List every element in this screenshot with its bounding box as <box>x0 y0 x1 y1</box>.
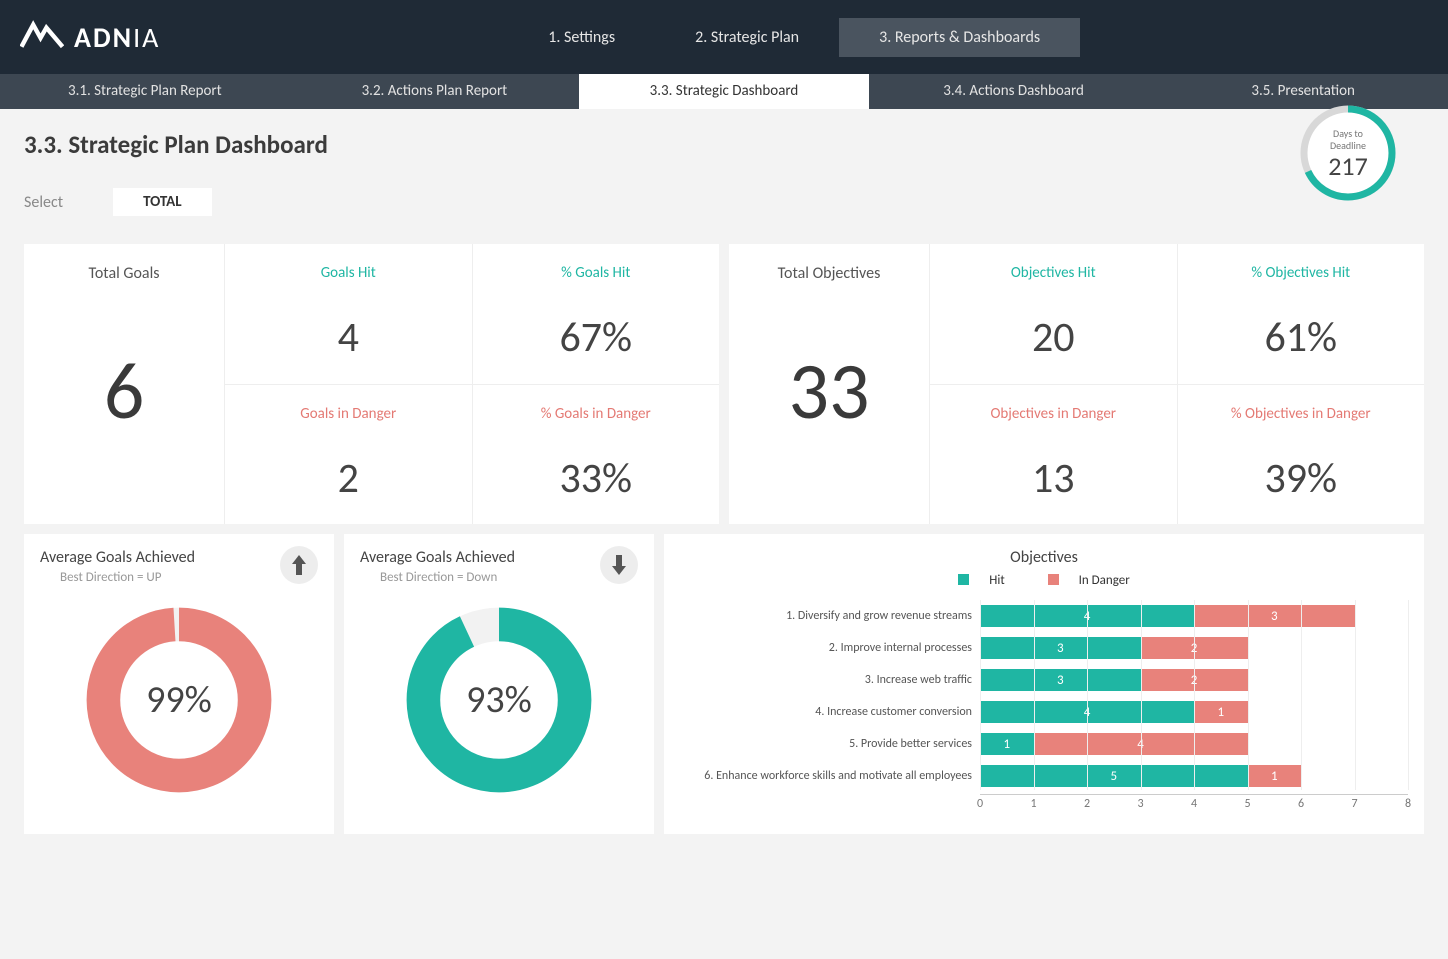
donut-down-title: Average Goals Achieved <box>360 548 638 567</box>
nav-strategic-plan[interactable]: 2. Strategic Plan <box>655 18 839 57</box>
subnav-actions-report[interactable]: 3.2. Actions Plan Report <box>290 74 580 109</box>
objectives-block: Total Objectives 33 Objectives Hit 20 % O… <box>729 244 1424 524</box>
objectives-hit-pct-label: % Objectives Hit <box>1188 264 1415 282</box>
total-objectives-value: 33 <box>788 343 869 440</box>
subnav-actions-dashboard[interactable]: 3.4. Actions Dashboard <box>869 74 1159 109</box>
sub-nav: 3.1. Strategic Plan Report 3.2. Actions … <box>0 74 1448 109</box>
select-label: Select <box>24 193 63 212</box>
goals-hit-pct-label: % Goals Hit <box>483 264 710 282</box>
chart-bar-hit: 3 <box>980 637 1141 659</box>
chart-plot-area: 433232411451012345678 <box>980 600 1408 814</box>
logo-icon <box>20 20 64 55</box>
objectives-danger-value: 13 <box>940 453 1167 504</box>
chart-category-label: 6. Enhance workforce skills and motivate… <box>680 760 972 792</box>
objectives-hit-label: Objectives Hit <box>940 264 1167 282</box>
goals-danger-value: 2 <box>235 453 462 504</box>
deadline-value: 217 <box>1328 150 1368 182</box>
donut-down-value: 93% <box>466 677 532 723</box>
objectives-hit-pct-value: 61% <box>1188 312 1415 363</box>
objectives-danger-label: Objectives in Danger <box>940 405 1167 423</box>
goals-hit-value: 4 <box>235 312 462 363</box>
objectives-hit-value: 20 <box>940 312 1167 363</box>
chart-bar-danger: 3 <box>1194 605 1355 627</box>
chart-category-label: 1. Diversify and grow revenue streams <box>680 600 972 632</box>
top-bar: ADNIA 1. Settings 2. Strategic Plan 3. R… <box>0 0 1448 74</box>
donut-up-value: 99% <box>146 677 212 723</box>
total-goals-value: 6 <box>104 343 145 440</box>
brand-text: ADNIA <box>74 20 160 55</box>
chart-category-label: 4. Increase customer conversion <box>680 696 972 728</box>
goals-hit-pct-value: 67% <box>483 312 710 363</box>
nav-reports-dashboards[interactable]: 3. Reports & Dashboards <box>839 18 1080 57</box>
goals-danger-pct-value: 33% <box>483 453 710 504</box>
objectives-danger-pct-value: 39% <box>1188 453 1415 504</box>
arrow-up-icon <box>280 546 318 584</box>
chart-x-axis: 012345678 <box>980 794 1408 814</box>
select-row: Select TOTAL <box>24 188 1424 216</box>
subnav-strategic-dashboard[interactable]: 3.3. Strategic Dashboard <box>579 74 869 109</box>
legend-danger: In Danger <box>1079 573 1130 588</box>
select-dropdown[interactable]: TOTAL <box>113 188 212 216</box>
goals-danger-label: Goals in Danger <box>235 405 462 423</box>
top-nav: 1. Settings 2. Strategic Plan 3. Reports… <box>160 18 1428 57</box>
chart-title: Objectives <box>680 548 1408 567</box>
legend-hit: Hit <box>989 573 1004 588</box>
chart-category-label: 3. Increase web traffic <box>680 664 972 696</box>
total-goals-label: Total Goals <box>88 264 159 283</box>
goals-danger-pct-label: % Goals in Danger <box>483 405 710 423</box>
goals-block: Total Goals 6 Goals Hit4 % Goals Hit67% … <box>24 244 719 524</box>
subnav-strategic-report[interactable]: 3.1. Strategic Plan Report <box>0 74 290 109</box>
total-objectives-label: Total Objectives <box>778 264 881 283</box>
objectives-chart-card: Objectives Hit In Danger 1. Diversify an… <box>664 534 1424 834</box>
chart-bar-hit: 1 <box>980 733 1034 755</box>
chart-y-labels: 1. Diversify and grow revenue streams2. … <box>680 600 980 814</box>
chart-bar-hit: 3 <box>980 669 1141 691</box>
donut-up-subtitle: Best Direction = UP <box>40 570 318 585</box>
arrow-down-icon <box>600 546 638 584</box>
days-to-deadline-gauge: Days to Deadline 217 <box>1298 103 1398 203</box>
logo: ADNIA <box>20 20 160 55</box>
chart-category-label: 2. Improve internal processes <box>680 632 972 664</box>
donut-up-card: Average Goals Achieved Best Direction = … <box>24 534 334 834</box>
donut-up-title: Average Goals Achieved <box>40 548 318 567</box>
chart-bar-danger: 1 <box>1248 765 1302 787</box>
objectives-danger-pct-label: % Objectives in Danger <box>1188 405 1415 423</box>
goals-hit-label: Goals Hit <box>235 264 462 282</box>
nav-settings[interactable]: 1. Settings <box>508 18 655 57</box>
donut-down-card: Average Goals Achieved Best Direction = … <box>344 534 654 834</box>
page-title: 3.3. Strategic Plan Dashboard <box>24 129 1424 160</box>
chart-bar-danger: 1 <box>1194 701 1248 723</box>
chart-category-label: 5. Provide better services <box>680 728 972 760</box>
chart-legend: Hit In Danger <box>680 573 1408 588</box>
chart-bar-hit: 5 <box>980 765 1248 787</box>
donut-down-subtitle: Best Direction = Down <box>360 570 638 585</box>
